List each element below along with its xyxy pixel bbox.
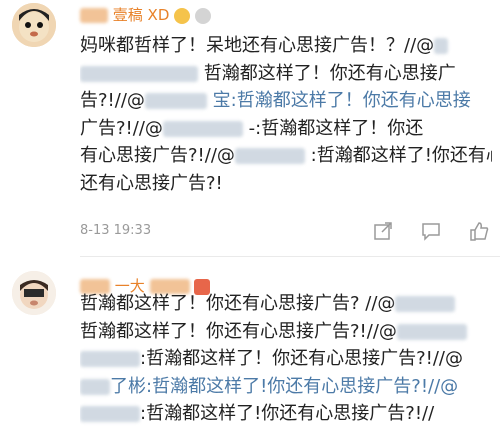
timestamp: 8-13 19:33 [80,223,152,238]
avatar[interactable] [12,271,56,315]
vip-badge-icon [174,7,191,24]
comment-item: 壹稿 XD 妈咪都哲样了！呆地还有心思接广告！？//@ 哲瀚都这样了！你还有心思… [0,0,500,258]
comment-icon[interactable] [420,220,442,242]
comment-text: 妈咪都哲样了！呆地还有心思接广告！？//@ 哲瀚都这样了！你还有心思接广 告?!… [80,35,492,194]
divider [80,256,500,257]
share-icon[interactable] [372,220,394,242]
like-icon[interactable] [468,220,490,242]
username[interactable]: 壹稿 XD [80,4,211,25]
comment-actions [372,220,490,242]
level-badge-icon [194,7,211,24]
avatar[interactable] [12,3,56,47]
comment-text: 哲瀚都这样了！你还有心思接广告? //@ 哲瀚都这样了！你还有心思接广告?!//… [80,290,492,428]
